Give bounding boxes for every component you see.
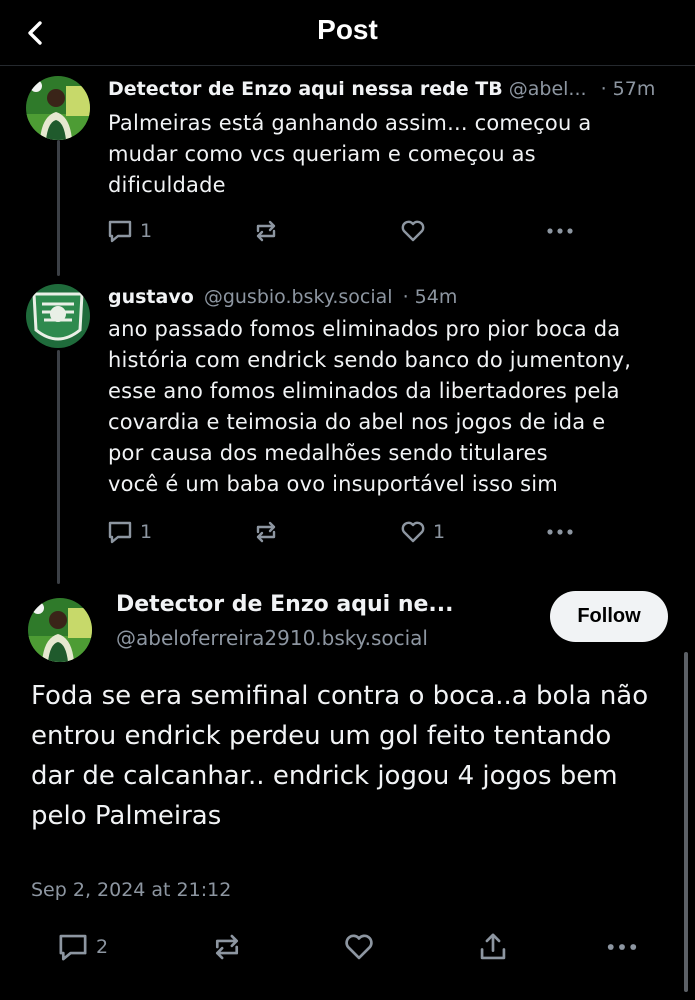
player-photo	[26, 76, 90, 140]
repost-icon	[256, 220, 276, 242]
post-text-line: pelo Palmeiras	[31, 801, 222, 831]
like-button[interactable]	[399, 216, 427, 246]
post-time: · 54m	[402, 286, 458, 308]
post-timestamp: Sep 2, 2024 at 21:12	[31, 879, 232, 901]
post-header: gustavo @gusbio.bsky.social · 54m	[108, 286, 457, 308]
post-text-line: dificuldade	[108, 173, 226, 197]
post-text-line: história com endrick sendo banco do jume…	[108, 348, 632, 372]
team-logo	[26, 284, 90, 348]
like-button[interactable]	[342, 932, 376, 962]
top-bar: Post	[0, 0, 695, 66]
post-text-line: mudar como vcs queriam e começou as	[108, 142, 536, 166]
post-actions: 2	[0, 926, 695, 970]
reply-count: 1	[140, 521, 153, 543]
reply-button[interactable]: 1	[106, 517, 152, 547]
post-text-line: ano passado fomos eliminados pro pior bo…	[108, 317, 621, 341]
scrollbar[interactable]	[684, 652, 688, 992]
avatar[interactable]	[26, 76, 90, 140]
post-text: Palmeiras está ganhando assim... começou…	[108, 108, 668, 201]
post-text-line: dar de calcanhar.. endrick jogou 4 jogos…	[31, 761, 618, 791]
avatar[interactable]	[26, 284, 90, 348]
more-button[interactable]	[544, 517, 576, 547]
post-text: ano passado fomos eliminados pro pior bo…	[108, 314, 668, 500]
repost-icon	[256, 521, 276, 543]
repost-button[interactable]	[210, 932, 244, 962]
post-text-line: Palmeiras está ganhando assim... começou…	[108, 111, 592, 135]
reply-button[interactable]: 2	[56, 932, 108, 962]
post-text-line: esse ano fomos eliminados da libertadore…	[108, 379, 620, 403]
heart-icon	[345, 934, 373, 960]
post-text-line: você é um baba ovo insuportável isso sim	[108, 472, 558, 496]
more-button[interactable]	[604, 932, 640, 962]
thread-line	[57, 350, 60, 584]
reply-icon	[108, 220, 132, 243]
share-icon	[480, 933, 506, 960]
post-header: Detector de Enzo aqui nessa rede TB @abe…	[108, 78, 655, 100]
more-icon	[547, 228, 573, 234]
post-time: · 57m	[600, 78, 656, 100]
repost-button[interactable]	[252, 517, 280, 547]
author-handle[interactable]: @gusbio.bsky.social	[204, 286, 393, 308]
post-text-line: por causa dos medalhões sendo titulares	[108, 441, 548, 465]
like-count: 1	[433, 521, 446, 543]
repost-button[interactable]	[252, 216, 280, 246]
share-button[interactable]	[476, 932, 510, 962]
player-photo	[28, 598, 92, 662]
heart-icon	[401, 521, 425, 543]
page-title: Post	[317, 14, 378, 45]
more-icon	[607, 944, 637, 950]
author-name[interactable]: Detector de Enzo aqui nessa rede TB	[108, 78, 503, 100]
post-actions: 1 1	[106, 517, 586, 547]
avatar[interactable]	[28, 598, 92, 662]
like-button[interactable]: 1	[399, 517, 445, 547]
post-text: Foda se era semifinal contra o boca..a b…	[31, 676, 681, 836]
post-text-line: covardia e teimosia do abel nos jogos de…	[108, 410, 606, 434]
post-text-line: entrou endrick perdeu um gol feito tenta…	[31, 721, 612, 751]
reply-button[interactable]: 1	[106, 216, 152, 246]
follow-button[interactable]: Follow	[550, 591, 668, 642]
post-text-line: Foda se era semifinal contra o boca..a b…	[31, 681, 649, 711]
heart-icon	[401, 220, 425, 242]
reply-count: 1	[140, 220, 153, 242]
author-handle[interactable]: @abel...	[509, 78, 587, 100]
reply-count: 2	[96, 936, 109, 958]
thread-line	[57, 140, 60, 276]
repost-icon	[215, 934, 239, 960]
reply-icon	[108, 521, 132, 544]
more-icon	[547, 529, 573, 535]
reply-icon	[59, 934, 87, 961]
author-handle[interactable]: @abeloferreira2910.bsky.social	[116, 626, 428, 650]
more-button[interactable]	[544, 216, 576, 246]
author-name[interactable]: gustavo	[108, 286, 194, 308]
author-name[interactable]: Detector de Enzo aqui ne...	[116, 592, 454, 617]
post-actions: 1	[106, 216, 586, 246]
